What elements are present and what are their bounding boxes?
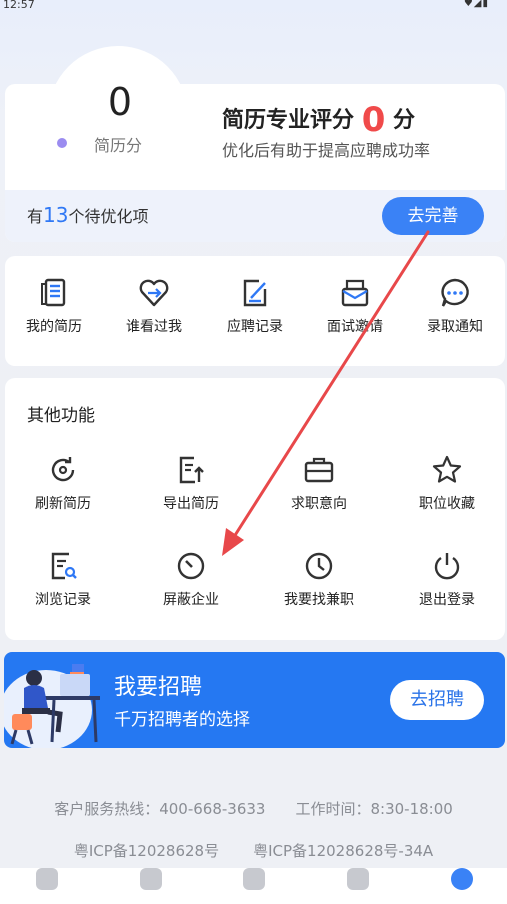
other-functions-title: 其他功能 <box>27 406 95 426</box>
hotline-text: 客户服务热线：400-668-3633 <box>54 800 266 818</box>
score-dot-icon <box>57 138 67 148</box>
quick-label: 应聘记录 <box>227 319 283 335</box>
todo-prefix: 有 <box>27 207 44 226</box>
resume-score-label: 简历分 <box>94 136 143 155</box>
home-tab-icon <box>36 868 58 890</box>
power-icon <box>434 553 460 580</box>
chat-icon <box>441 278 469 307</box>
hours-text: 工作时间：8:30-18:00 <box>295 800 453 818</box>
improve-button[interactable]: 去完善 <box>382 197 484 235</box>
func-label: 刷新简历 <box>35 496 91 512</box>
recruit-tab-icon <box>347 868 369 890</box>
func-refresh-resume[interactable]: 刷新简历 <box>3 454 123 513</box>
recruit-title: 我要招聘 <box>114 675 203 700</box>
briefcase-icon <box>304 457 334 483</box>
todo-text: 有13个待优化项 <box>27 203 148 227</box>
recruit-subtitle: 千万招聘者的选择 <box>114 710 250 730</box>
quick-who-viewed[interactable]: 谁看过我 <box>104 276 204 336</box>
edit-record-icon <box>243 279 267 307</box>
mail-icon <box>341 279 369 307</box>
system-status-icons: ♥◢▮ <box>463 0 489 9</box>
tab-recruit[interactable] <box>328 868 388 890</box>
footer-icp-line: 粤ICP备12028628号 粤ICP备12028628号-34A <box>0 840 507 861</box>
func-job-favorites[interactable]: 职位收藏 <box>387 454 507 513</box>
jobs-tab-icon <box>140 868 162 890</box>
block-icon <box>177 552 205 580</box>
refresh-icon <box>51 457 75 482</box>
quick-my-resume[interactable]: 我的简历 <box>4 276 104 336</box>
func-browse-history[interactable]: 浏览记录 <box>3 550 123 609</box>
quick-interview-invites[interactable]: 面试邀请 <box>305 276 405 336</box>
heart-icon <box>139 279 169 307</box>
star-icon <box>432 455 462 483</box>
message-tab-icon <box>243 868 265 890</box>
func-label: 浏览记录 <box>35 592 91 608</box>
browse-icon <box>51 552 77 580</box>
quick-label: 录取通知 <box>427 319 483 335</box>
func-label: 导出简历 <box>163 496 219 512</box>
func-label: 退出登录 <box>419 592 475 608</box>
professional-score-title: 简历专业评分 0 分 <box>222 100 415 140</box>
quick-label: 我的简历 <box>26 319 82 335</box>
quick-apply-records[interactable]: 应聘记录 <box>205 276 305 336</box>
todo-suffix: 个待优化项 <box>68 207 149 226</box>
func-block-company[interactable]: 屏蔽企业 <box>131 550 251 609</box>
func-label: 我要找兼职 <box>284 592 354 608</box>
status-time: 12:57 <box>3 0 35 11</box>
quick-label: 谁看过我 <box>126 319 182 335</box>
icp-link[interactable]: 粤ICP备12028628号 <box>74 842 219 860</box>
todo-count: 13 <box>43 203 69 227</box>
quick-label: 面试邀请 <box>327 319 383 335</box>
tab-messages[interactable] <box>224 868 284 890</box>
func-label: 求职意向 <box>291 496 347 512</box>
func-part-time[interactable]: 我要找兼职 <box>259 550 379 609</box>
eval-value: 0 <box>361 100 386 140</box>
tab-jobs[interactable] <box>121 868 181 890</box>
func-export-resume[interactable]: 导出简历 <box>131 454 251 513</box>
icp-link[interactable]: 粤ICP备12028628号-34A <box>253 842 433 860</box>
func-job-intention[interactable]: 求职意向 <box>259 454 379 513</box>
me-tab-icon <box>451 868 473 890</box>
footer-service-line: 客户服务热线：400-668-3633 工作时间：8:30-18:00 <box>0 798 507 819</box>
func-label: 屏蔽企业 <box>163 592 219 608</box>
tab-me[interactable] <box>432 868 492 890</box>
resume-score-value: 0 <box>107 80 133 124</box>
resume-icon <box>41 278 66 307</box>
recruiter-illustration-icon <box>4 664 100 748</box>
func-label: 职位收藏 <box>419 496 475 512</box>
func-logout[interactable]: 退出登录 <box>387 550 507 609</box>
clock-icon <box>305 552 333 580</box>
go-recruit-button[interactable]: 去招聘 <box>390 680 484 720</box>
export-icon <box>179 456 204 484</box>
tab-home[interactable] <box>17 868 77 890</box>
quick-offer-notice[interactable]: 录取通知 <box>405 276 505 336</box>
score-subtitle: 优化后有助于提高应聘成功率 <box>222 141 431 160</box>
eval-unit: 分 <box>393 108 416 133</box>
eval-prefix: 简历专业评分 <box>222 108 355 133</box>
status-bar: 12:57 ♥◢▮ <box>0 0 507 12</box>
